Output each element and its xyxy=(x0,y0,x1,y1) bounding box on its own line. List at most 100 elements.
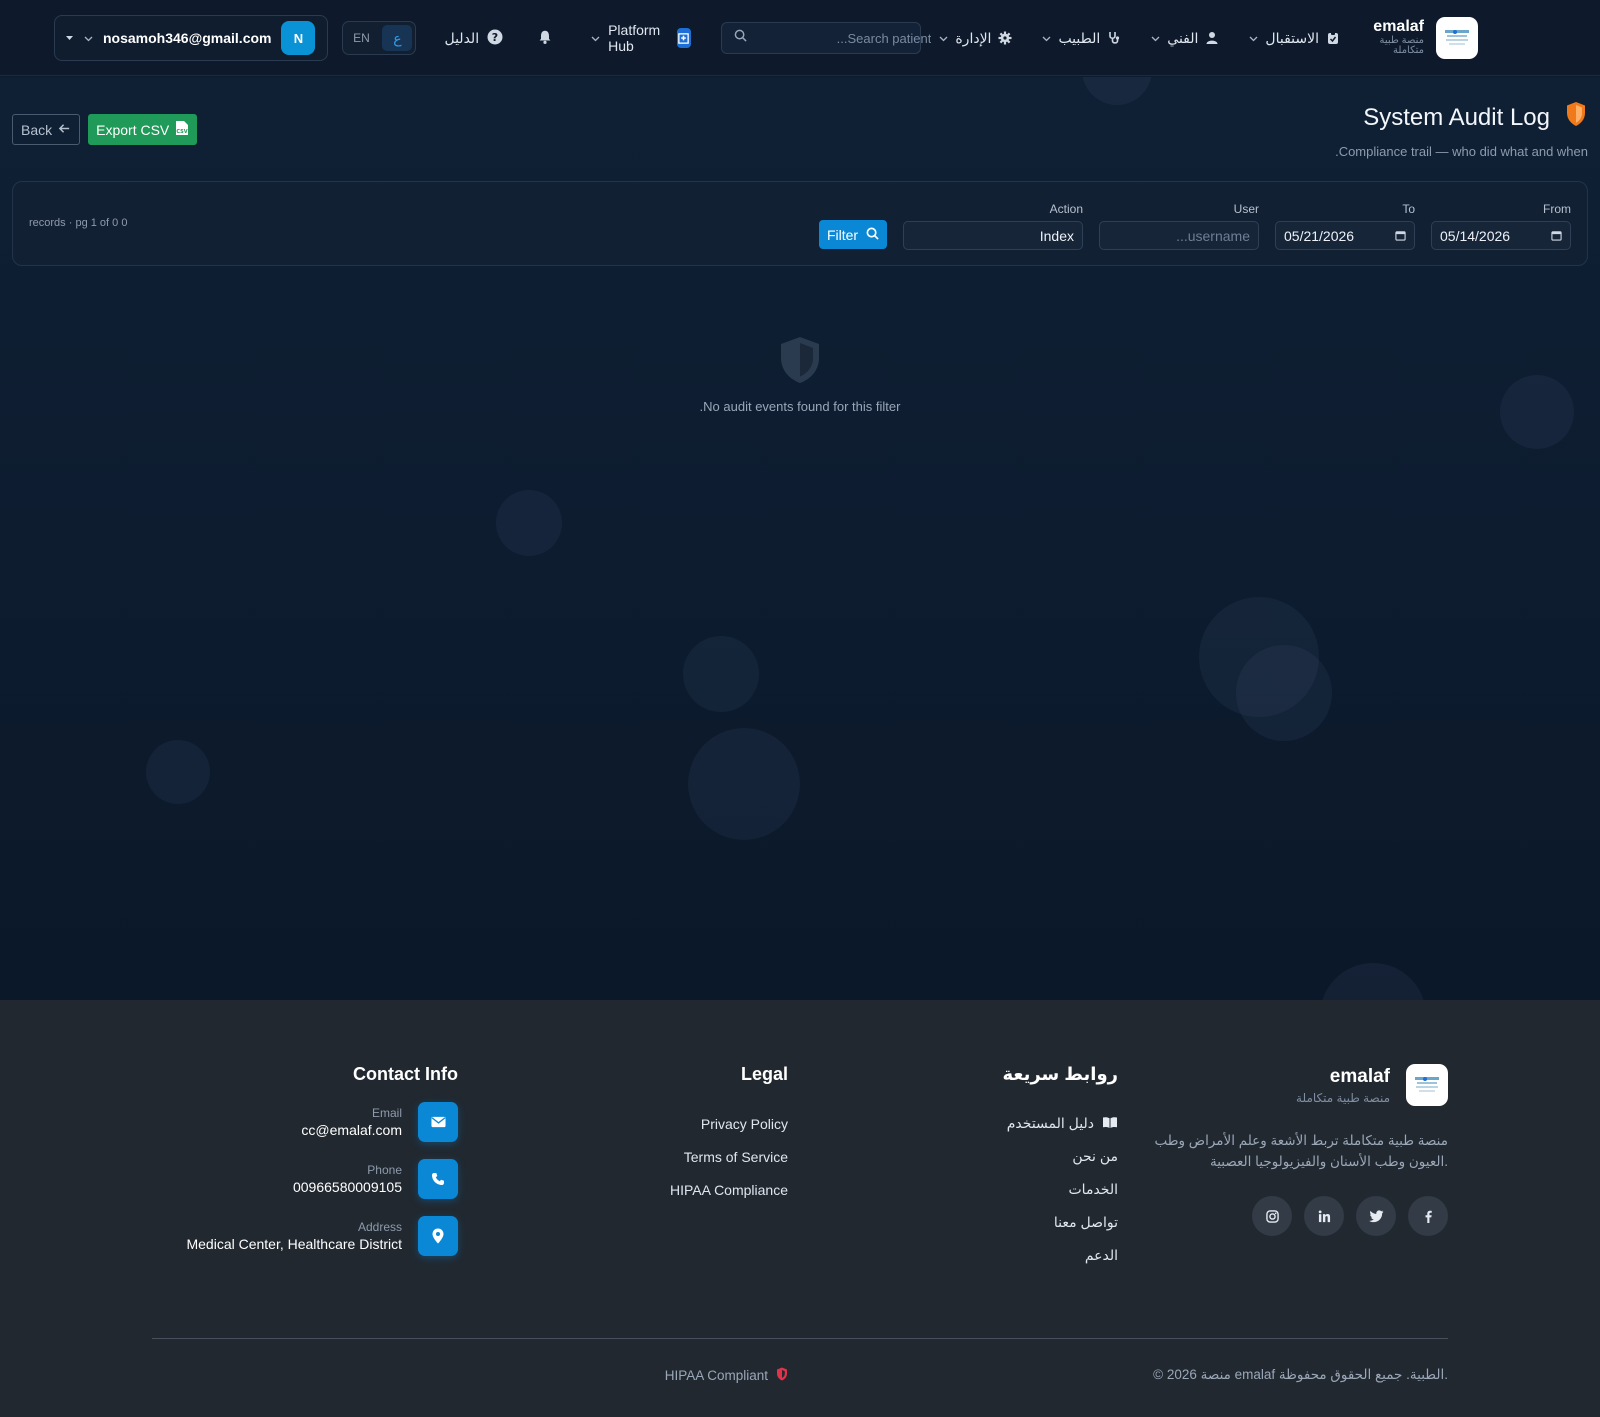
user-email: nosamoh346@gmail.com xyxy=(103,30,272,46)
export-csv-button[interactable]: Export CSV CSV xyxy=(88,114,198,145)
page-title: System Audit Log xyxy=(1363,103,1550,131)
chevron-down-icon xyxy=(939,34,948,43)
platform-hub-button[interactable]: Platform Hub xyxy=(591,22,692,54)
from-date-input[interactable]: 05/14/2026 xyxy=(1431,221,1571,250)
menu-doctor-label: الطبيب xyxy=(1058,29,1101,46)
from-label: From xyxy=(1543,202,1571,216)
back-button[interactable]: Back xyxy=(12,114,81,145)
footer-legal: Legal Privacy Policy Terms of Service HI… xyxy=(670,1064,788,1206)
footer-brand-subtitle: منصة طبية متكاملة xyxy=(1296,1090,1390,1105)
background-bubble xyxy=(146,740,210,804)
patient-search[interactable] xyxy=(721,22,932,54)
from-date-field: From 05/14/2026 xyxy=(1431,202,1571,250)
legal-link-hipaa[interactable]: HIPAA Compliance xyxy=(670,1173,788,1206)
shield-icon xyxy=(1564,101,1588,134)
contact-heading: Contact Info xyxy=(353,1064,458,1084)
phone-label: Phone xyxy=(367,1163,402,1177)
empty-state: .No audit events found for this filter xyxy=(0,335,1600,414)
user-label: User xyxy=(1233,202,1259,216)
brand-subtitle: منصة طبية متكاملة xyxy=(1379,34,1424,57)
header-actions: Back Export CSV CSV xyxy=(12,114,198,145)
from-date-value: 05/14/2026 xyxy=(1440,227,1511,244)
phone-value[interactable]: 00966580009105 xyxy=(293,1179,402,1195)
background-bubble xyxy=(496,490,562,556)
menu-reception[interactable]: الاستقبال xyxy=(1249,30,1340,47)
menu-technician-label: الفني xyxy=(1167,29,1199,46)
footer-description: منصة طبية متكاملة تربط الأشعة وعلم الأمر… xyxy=(1154,1133,1449,1169)
bell-icon[interactable] xyxy=(537,29,553,47)
legal-link-label: Privacy Policy xyxy=(700,1115,788,1132)
user-menu[interactable]: N nosamoh346@gmail.com xyxy=(54,15,329,61)
action-filter-input[interactable]: Index xyxy=(903,221,1083,250)
lang-en-button[interactable]: EN xyxy=(346,25,376,51)
footer-logo xyxy=(1406,1064,1448,1106)
contact-phone: Phone 00966580009105 xyxy=(186,1159,458,1199)
lang-ar-button[interactable]: ع xyxy=(382,25,413,51)
calendar-icon[interactable] xyxy=(1395,228,1406,244)
quick-link-services[interactable]: الخدمات xyxy=(1003,1173,1119,1206)
chevron-down-icon xyxy=(84,34,93,43)
search-input[interactable] xyxy=(755,30,932,46)
action-label: Action xyxy=(1049,202,1083,216)
footer-contact: Contact Info Email cc@emalaf.com Phone 0… xyxy=(186,1064,458,1256)
quick-link-label: من نحن xyxy=(1072,1148,1118,1164)
twitter-icon[interactable] xyxy=(1356,1196,1396,1236)
to-date-input[interactable]: 05/21/2026 xyxy=(1275,221,1415,250)
filter-label: Filter xyxy=(826,226,859,243)
phone-icon xyxy=(418,1159,458,1199)
quick-link-label: الدعم xyxy=(1084,1247,1118,1263)
quick-link-support[interactable]: الدعم xyxy=(1003,1239,1118,1272)
linkedin-icon[interactable] xyxy=(1304,1196,1344,1236)
to-date-value: 05/21/2026 xyxy=(1284,227,1355,244)
quick-link-about[interactable]: من نحن xyxy=(1003,1140,1118,1173)
help-circle-icon: ? xyxy=(487,29,503,48)
guide-link[interactable]: ? الدليل xyxy=(444,29,503,48)
menu-reception-label: الاستقبال xyxy=(1265,29,1319,46)
email-value[interactable]: cc@emalaf.com xyxy=(301,1122,402,1138)
menu-admin-label: الإدارة xyxy=(955,29,992,46)
brand-name: emalaf xyxy=(1373,18,1424,36)
facebook-icon[interactable] xyxy=(1408,1196,1448,1236)
menu-admin[interactable]: الإدارة xyxy=(939,30,1012,47)
page-subtitle: .Compliance trail — who did what and whe… xyxy=(1335,144,1588,159)
hospital-icon xyxy=(676,28,692,48)
csv-file-icon: CSV xyxy=(175,120,189,139)
instagram-icon[interactable] xyxy=(1252,1196,1292,1236)
filter-button[interactable]: Filter xyxy=(819,220,887,249)
language-switcher: EN ع xyxy=(342,21,417,55)
calendar-icon[interactable] xyxy=(1551,228,1562,244)
copyright: © 2026 منصة emalaf الطبية. جميع الحقوق م… xyxy=(1153,1367,1448,1382)
stethoscope-icon xyxy=(1107,31,1121,45)
user-filter-input[interactable] xyxy=(1108,227,1250,244)
filter-panel: records · pg 1 of 0 0 From 05/14/2026 To… xyxy=(12,181,1588,266)
legal-link-label: HIPAA Compliance xyxy=(669,1181,788,1198)
book-open-icon xyxy=(1102,1116,1118,1132)
hipaa-badge: HIPAA Compliant xyxy=(665,1367,788,1384)
contact-email: Email cc@emalaf.com xyxy=(186,1102,458,1142)
menu-doctor[interactable]: الطبيب xyxy=(1042,30,1121,47)
chevron-down-icon xyxy=(1151,34,1160,43)
platform-hub-label: Platform Hub xyxy=(608,22,661,54)
legal-link-terms[interactable]: Terms of Service xyxy=(670,1140,788,1173)
shield-icon xyxy=(776,1367,788,1384)
arrow-left-icon xyxy=(58,122,71,138)
search-icon xyxy=(866,227,879,243)
map-pin-icon xyxy=(418,1216,458,1256)
caret-down-icon xyxy=(65,29,74,47)
page-header: System Audit Log .Compliance trail — who… xyxy=(1335,101,1588,159)
clipboard-icon xyxy=(1326,31,1340,45)
menu-technician[interactable]: الفني xyxy=(1151,30,1219,47)
quick-link-contact[interactable]: تواصل معنا xyxy=(1003,1206,1118,1239)
quick-link-user-guide[interactable]: دليل المستخدم xyxy=(1003,1107,1119,1140)
address-value: Medical Center, Healthcare District xyxy=(186,1236,402,1252)
top-navbar: emalaf منصة طبية متكاملة الاستقبال الفني… xyxy=(0,0,1600,76)
quick-link-label: دليل المستخدم xyxy=(1006,1115,1094,1131)
action-filter-field: Action Index xyxy=(903,202,1083,250)
brand-logo xyxy=(1436,17,1478,59)
legal-link-privacy[interactable]: Privacy Policy xyxy=(670,1107,788,1140)
brand[interactable]: emalaf منصة طبية متكاملة xyxy=(1364,17,1478,59)
background-bubble xyxy=(1082,77,1152,105)
to-label: To xyxy=(1402,202,1415,216)
main-content: System Audit Log .Compliance trail — who… xyxy=(0,77,1600,1000)
svg-text:CSV: CSV xyxy=(177,129,188,135)
